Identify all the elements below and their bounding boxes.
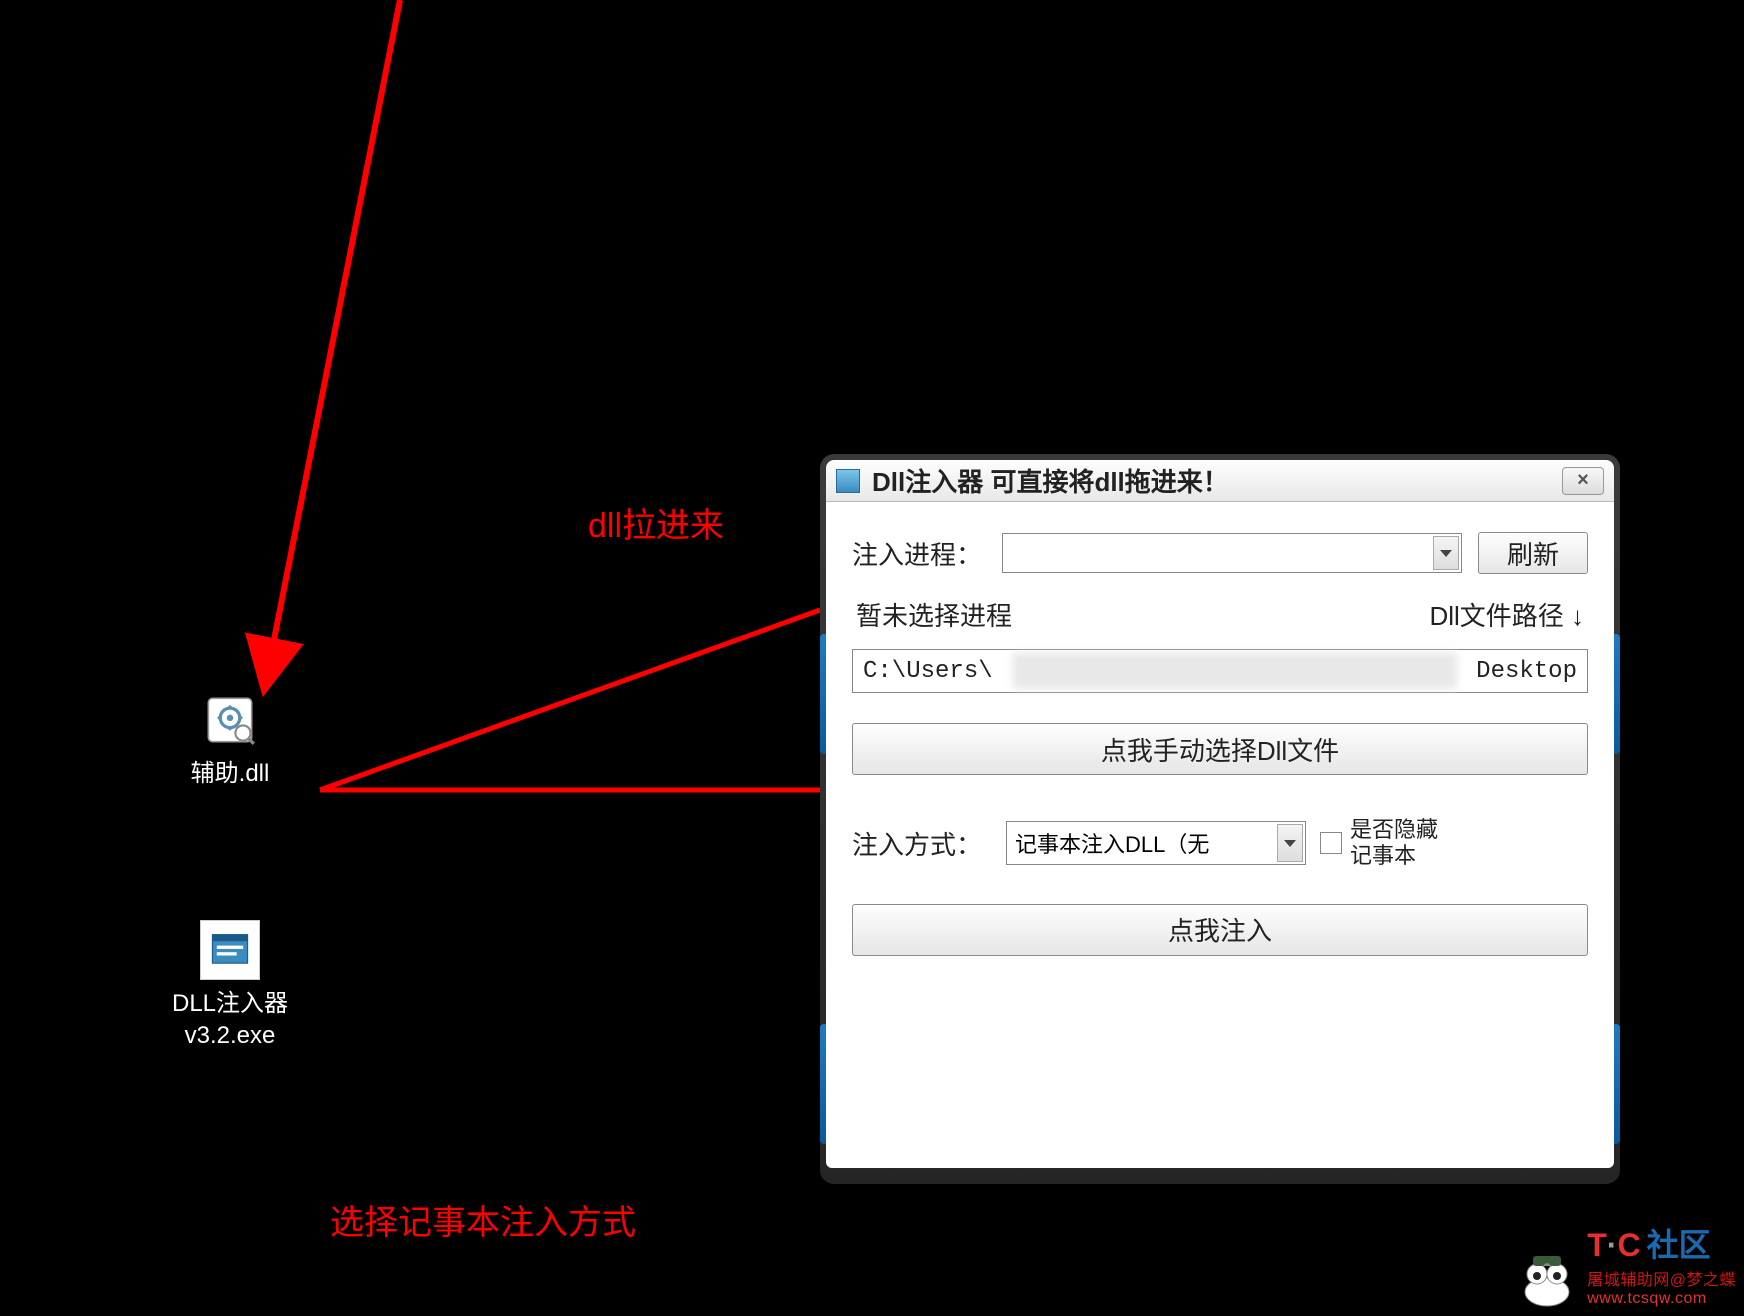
process-status-text: 暂未选择进程 bbox=[856, 596, 1012, 633]
inject-method-value: 记事本注入DLL（无 bbox=[1015, 827, 1209, 859]
titlebar[interactable]: Dll注入器 可直接将dll拖进来！ × bbox=[826, 460, 1614, 502]
chevron-down-icon[interactable] bbox=[1433, 536, 1459, 570]
window-title: Dll注入器 可直接将dll拖进来！ bbox=[872, 462, 1550, 499]
process-combobox[interactable] bbox=[1002, 533, 1462, 573]
refresh-button[interactable]: 刷新 bbox=[1478, 532, 1588, 574]
dll-path-start: C:\Users\ bbox=[863, 658, 993, 685]
watermark-subtitle: 屠城辅助网@梦之蝶 bbox=[1587, 1266, 1736, 1290]
hide-notepad-label: 是否隐藏 记事本 bbox=[1350, 817, 1438, 870]
app-icon bbox=[836, 469, 860, 493]
hide-notepad-checkbox[interactable] bbox=[1320, 832, 1342, 854]
annotation-drag-hint: dll拉进来 bbox=[588, 498, 724, 547]
window-body: 注入进程： 刷新 暂未选择进程 Dll文件路径 ↓ C:\Users\ Desk… bbox=[826, 502, 1614, 1168]
select-dll-button[interactable]: 点我手动选择Dll文件 bbox=[852, 723, 1588, 775]
watermark-url: www.tcsqw.com bbox=[1587, 1290, 1706, 1308]
dll-injector-window: Dll注入器 可直接将dll拖进来！ × 注入进程： 刷新 暂未选择进程 Dll… bbox=[820, 454, 1620, 1184]
inject-button[interactable]: 点我注入 bbox=[852, 904, 1588, 956]
dll-path-blurred bbox=[1013, 653, 1457, 689]
dll-path-end: Desktop bbox=[1476, 658, 1577, 685]
chevron-down-icon[interactable] bbox=[1277, 824, 1303, 862]
watermark-mascot-icon bbox=[1515, 1252, 1579, 1308]
annotation-method-hint: 选择记事本注入方式 bbox=[330, 1195, 636, 1244]
watermark-brand: T·C社区 bbox=[1587, 1220, 1710, 1266]
inject-method-combobox[interactable]: 记事本注入DLL（无 bbox=[1006, 821, 1306, 865]
watermark: T·C社区 屠城辅助网@梦之蝶 www.tcsqw.com bbox=[1515, 1220, 1736, 1308]
hide-notepad-checkbox-wrap[interactable]: 是否隐藏 记事本 bbox=[1320, 817, 1438, 870]
close-button[interactable]: × bbox=[1562, 467, 1604, 495]
inject-method-label: 注入方式： bbox=[852, 825, 992, 862]
process-label: 注入进程： bbox=[852, 535, 1002, 572]
dll-path-input[interactable]: C:\Users\ Desktop bbox=[852, 649, 1588, 693]
dll-path-label: Dll文件路径 ↓ bbox=[1429, 596, 1584, 633]
